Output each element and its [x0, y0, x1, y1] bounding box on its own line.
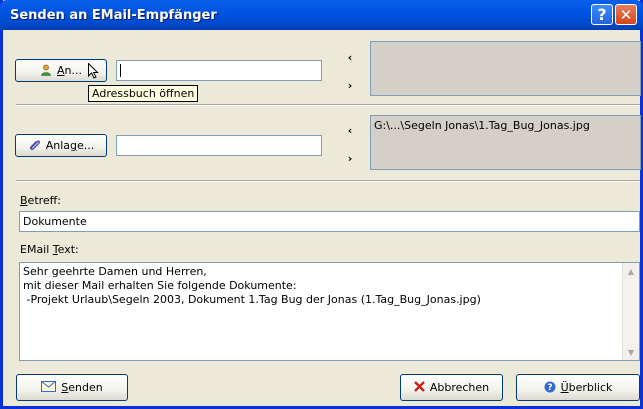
cancel-button-label: Abbrechen — [429, 381, 490, 394]
cancel-button[interactable]: Abbrechen — [400, 374, 503, 401]
separator — [16, 104, 640, 106]
subject-input[interactable]: Dokumente — [19, 211, 640, 232]
recipients-list[interactable] — [370, 41, 641, 96]
recipients-button-label: An... — [57, 64, 82, 77]
close-icon: ✕ — [619, 5, 633, 24]
attachment-button[interactable]: Anlage... — [15, 134, 107, 157]
scroll-up-icon[interactable]: ▲ — [623, 263, 639, 279]
attachments-list[interactable]: G:\...\Segeln Jonas\1.Tag_Bug_Jonas.jpg — [370, 115, 641, 170]
add-attachment-button[interactable]: ‹ — [345, 124, 355, 137]
help-icon: ? — [544, 381, 556, 395]
separator — [16, 180, 640, 182]
text-caret — [120, 64, 121, 77]
dialog-window: Senden an EMail-Empfänger ? ✕ An... ‹ › … — [0, 0, 643, 409]
body-label: EMail Text: — [20, 243, 79, 256]
body-textarea[interactable]: Sehr geehrte Damen und Herren, mit diese… — [19, 262, 640, 361]
attachment-button-label: Anlage... — [45, 139, 95, 152]
send-button-label: Senden — [61, 381, 103, 394]
overview-button-label: Überblick — [560, 381, 613, 394]
add-recipient-button[interactable]: ‹ — [345, 51, 355, 64]
close-button[interactable]: ✕ — [615, 4, 637, 25]
help-icon: ? — [597, 5, 607, 24]
person-icon — [40, 64, 52, 78]
body-line: mit dieser Mail erhalten Sie folgende Do… — [23, 279, 297, 292]
window-title: Senden an EMail-Empfänger — [10, 8, 217, 23]
remove-attachment-button[interactable]: › — [345, 152, 355, 165]
body-line: Sehr geehrte Damen und Herren, — [23, 265, 207, 278]
title-bar: Senden an EMail-Empfänger ? ✕ — [0, 0, 643, 30]
remove-recipient-button[interactable]: › — [345, 79, 355, 92]
mouse-cursor-icon — [88, 63, 99, 79]
x-icon — [413, 381, 425, 394]
body-scrollbar[interactable]: ▲ ▼ — [622, 263, 639, 360]
attachment-list-item[interactable]: G:\...\Segeln Jonas\1.Tag_Bug_Jonas.jpg — [374, 119, 590, 132]
overview-button[interactable]: ? Überblick — [516, 374, 640, 401]
attachment-input[interactable] — [116, 135, 322, 156]
scroll-down-icon[interactable]: ▼ — [623, 344, 639, 360]
help-button[interactable]: ? — [591, 4, 613, 25]
body-line: -Projekt Urlaub\Segeln 2003, Dokument 1.… — [23, 293, 481, 306]
send-button[interactable]: Senden — [16, 374, 128, 401]
envelope-icon — [41, 381, 57, 394]
svg-text:?: ? — [547, 383, 552, 393]
recipient-input[interactable] — [116, 60, 322, 81]
tooltip: Adressbuch öffnen — [88, 85, 199, 102]
paperclip-icon — [28, 138, 41, 153]
subject-label: Betreff: — [20, 194, 61, 207]
